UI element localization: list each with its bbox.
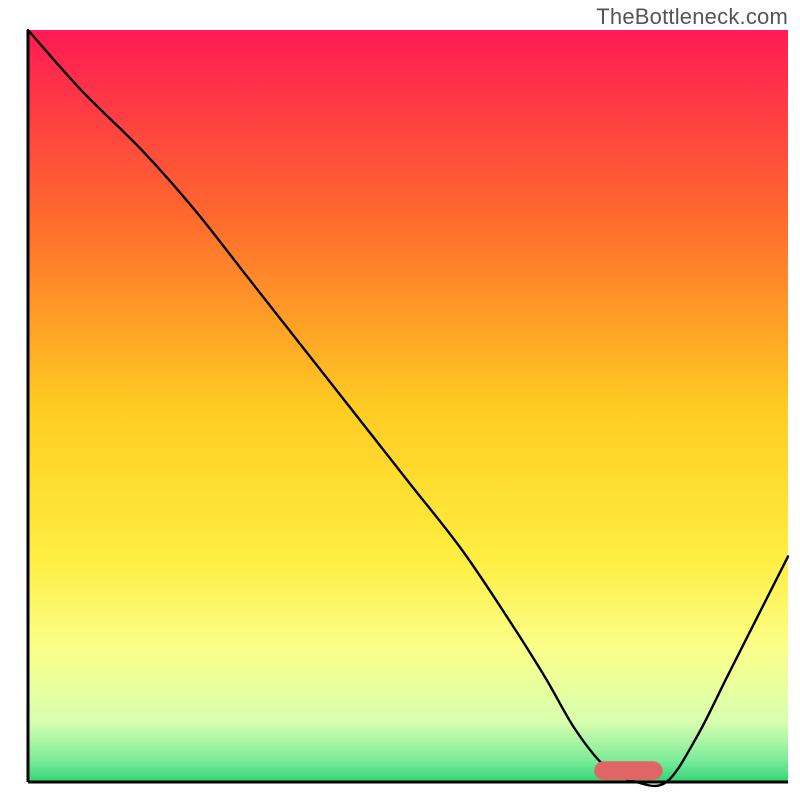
optimal-range-marker [594,761,662,780]
gradient-background [28,30,788,782]
watermark-label: TheBottleneck.com [596,4,788,30]
chart-container: TheBottleneck.com [0,0,800,800]
bottleneck-chart [0,0,800,800]
